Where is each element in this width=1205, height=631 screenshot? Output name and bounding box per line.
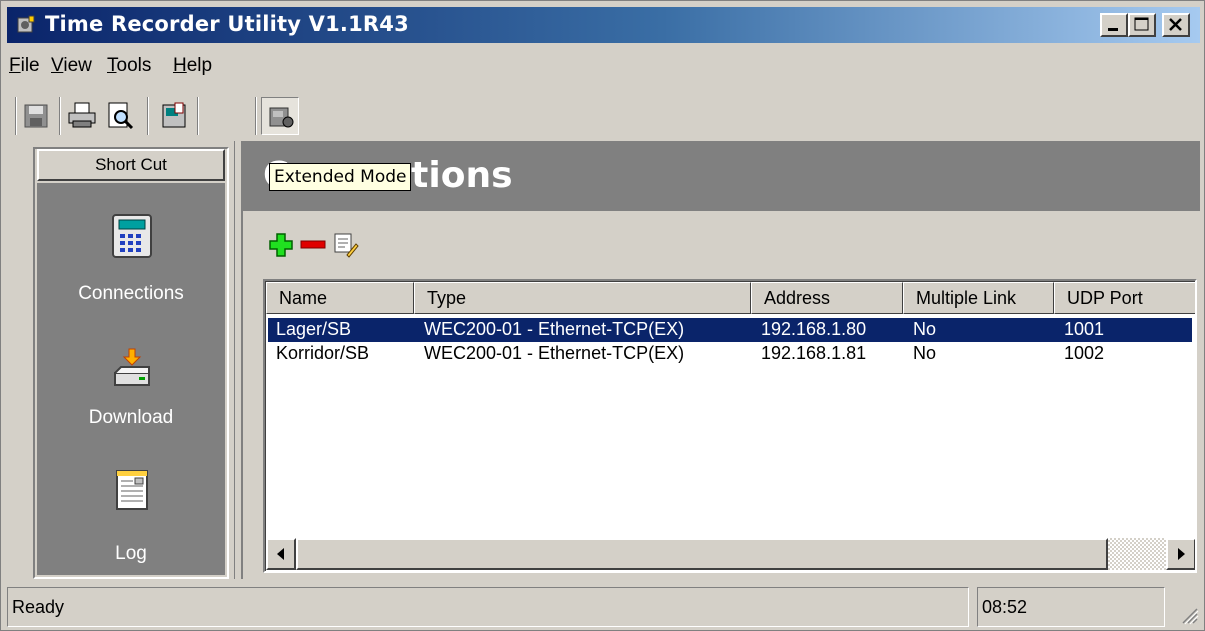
status-text: Ready — [7, 587, 969, 627]
save-button[interactable] — [19, 99, 53, 133]
main-window: Time Recorder Utility V1.1R43 File View … — [0, 0, 1205, 631]
save-icon — [24, 104, 48, 128]
edit-connection-button[interactable] — [331, 231, 359, 259]
toolbar-separator — [255, 97, 257, 135]
edit-icon — [334, 233, 359, 258]
cell-type: WEC200-01 - Ethernet-TCP(EX) — [424, 319, 685, 339]
shortcut-panel: Short Cut Connections Download Log — [33, 147, 229, 579]
cell-address: 192.168.1.81 — [761, 343, 867, 363]
shortcut-label: Log — [115, 543, 147, 564]
terminal-keypad-icon — [112, 214, 152, 258]
cell-udp-port: 1002 — [1064, 343, 1105, 363]
cell-multiple-link: No — [913, 343, 937, 363]
cell-multiple-link: No — [913, 319, 937, 339]
column-header-type[interactable]: Type — [414, 282, 751, 314]
remove-icon — [300, 240, 326, 249]
cell-name: Korridor/SB — [276, 343, 370, 363]
close-icon — [1169, 18, 1182, 31]
scroll-left-button[interactable] — [266, 538, 296, 570]
minimize-icon — [1108, 28, 1118, 31]
title-bar[interactable]: Time Recorder Utility V1.1R43 — [7, 7, 1200, 43]
connections-list[interactable]: Name Type Address Multiple Link UDP Port… — [263, 279, 1197, 573]
shortcut-list: Connections Download Log — [37, 183, 225, 575]
cell-type: WEC200-01 - Ethernet-TCP(EX) — [424, 343, 685, 363]
status-bar: Ready 08:52 — [7, 587, 1200, 627]
terminal-config-icon — [162, 102, 186, 128]
shortcut-label: Download — [88, 407, 174, 428]
shortcut-label: Connections — [78, 283, 184, 304]
add-icon — [269, 233, 293, 257]
horizontal-scrollbar[interactable] — [266, 538, 1195, 570]
table-row[interactable]: Lager/SB WEC200-01 - Ethernet-TCP(EX) 19… — [267, 317, 1193, 343]
remove-connection-button[interactable] — [299, 231, 327, 259]
add-connection-button[interactable] — [267, 231, 295, 259]
extended-mode-button[interactable] — [261, 97, 299, 135]
column-header-multiple-link[interactable]: Multiple Link — [903, 282, 1054, 314]
shortcut-log[interactable]: Log — [37, 467, 225, 575]
scrollbar-thumb[interactable] — [296, 538, 1108, 570]
arrow-right-icon — [1178, 548, 1185, 560]
column-header-name[interactable]: Name — [266, 282, 414, 314]
tooltip: Extended Mode — [269, 163, 412, 191]
print-icon — [68, 102, 96, 128]
menu-tools[interactable]: Tools — [107, 55, 151, 77]
toolbar-separator — [15, 97, 17, 135]
cell-udp-port: 1001 — [1064, 319, 1105, 339]
extended-mode-icon — [269, 107, 294, 128]
print-button[interactable] — [65, 99, 99, 133]
status-time: 08:52 — [977, 587, 1165, 627]
shortcut-connections[interactable]: Connections — [37, 213, 225, 339]
column-header-udp-port[interactable]: UDP Port — [1054, 282, 1195, 314]
column-header-address[interactable]: Address — [751, 282, 903, 314]
cell-address: 192.168.1.80 — [761, 319, 867, 339]
log-document-icon — [116, 470, 148, 510]
app-icon — [17, 15, 35, 33]
window-title: Time Recorder Utility V1.1R43 — [45, 12, 409, 36]
shortcut-header-button[interactable]: Short Cut — [37, 149, 225, 181]
download-drive-icon — [114, 348, 150, 386]
cell-name: Lager/SB — [276, 319, 352, 339]
terminal-config-button[interactable] — [157, 99, 191, 133]
shortcut-download[interactable]: Download — [37, 345, 225, 471]
menu-view[interactable]: View — [51, 55, 92, 77]
scroll-right-button[interactable] — [1166, 538, 1195, 570]
resize-grip-icon[interactable] — [1179, 605, 1199, 625]
toolbar — [7, 93, 1200, 137]
maximize-button[interactable] — [1128, 13, 1156, 37]
close-button[interactable] — [1162, 13, 1190, 37]
arrow-left-icon — [277, 548, 284, 560]
menu-help[interactable]: Help — [173, 55, 212, 77]
menu-file[interactable]: File — [9, 55, 40, 77]
print-preview-icon — [108, 102, 134, 130]
table-row[interactable]: Korridor/SB WEC200-01 - Ethernet-TCP(EX)… — [268, 342, 1192, 366]
minimize-button[interactable] — [1100, 13, 1128, 37]
print-preview-button[interactable] — [103, 99, 137, 133]
toolbar-separator — [59, 97, 61, 135]
maximize-icon — [1134, 17, 1149, 31]
splitter[interactable] — [234, 141, 238, 579]
toolbar-separator — [197, 97, 199, 135]
toolbar-separator — [147, 97, 149, 135]
